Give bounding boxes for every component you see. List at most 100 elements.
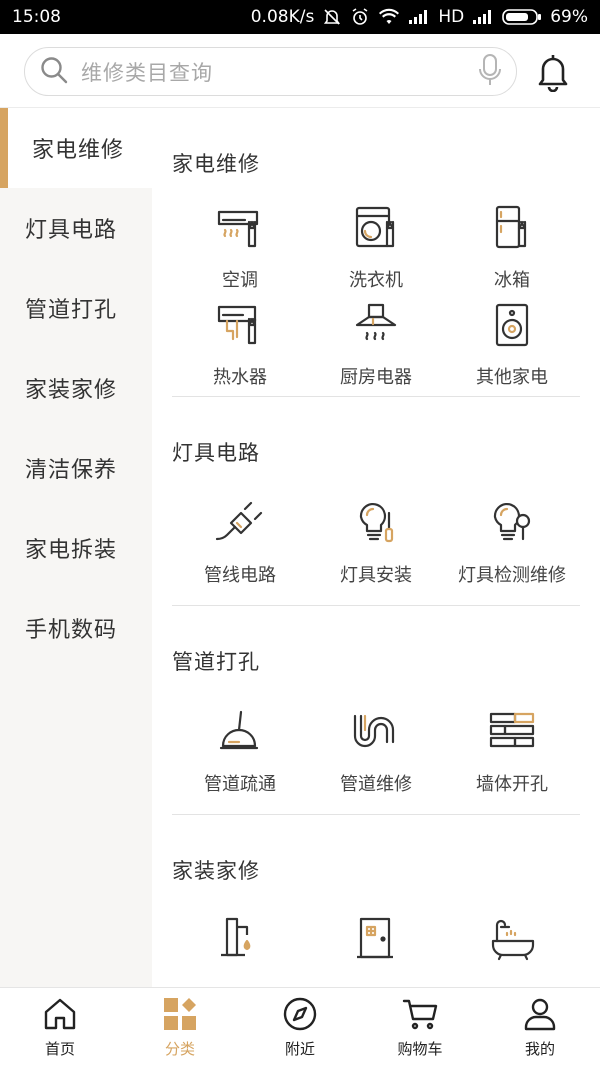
sidebar-item-label: 家电拆装 — [25, 538, 118, 563]
sidebar-item-digital[interactable]: 手机数码 — [0, 588, 152, 668]
sidebar-item-appliance-install[interactable]: 家电拆装 — [0, 508, 152, 588]
status-time: 15:08 — [12, 7, 61, 27]
notification-bell-icon[interactable] — [535, 52, 571, 93]
service-item[interactable]: 灯具检测维修 — [444, 497, 580, 605]
section-home-repair: 家装家修 — [152, 815, 600, 987]
service-item[interactable]: 管道维修 — [308, 706, 444, 814]
fridge-wrench-icon — [487, 204, 537, 254]
service-item[interactable] — [308, 913, 444, 987]
network-speed: 0.08K/s — [250, 7, 315, 27]
compass-icon — [282, 996, 318, 1032]
pipe-icon — [351, 708, 401, 758]
service-label: 墙体开孔 — [476, 774, 548, 795]
bulb-screwdriver-icon — [351, 499, 401, 549]
wifi-icon — [378, 8, 400, 26]
nav-label: 分类 — [164, 1040, 195, 1058]
service-grid — [172, 913, 580, 987]
alarm-icon — [350, 7, 370, 27]
service-label: 灯具检测维修 — [458, 565, 566, 586]
service-item[interactable] — [172, 913, 308, 987]
service-label: 其他家电 — [476, 367, 548, 388]
header: 维修类目查询 — [0, 34, 600, 108]
nav-label: 附近 — [284, 1040, 315, 1058]
user-icon — [522, 996, 558, 1032]
service-label: 管道维修 — [340, 774, 412, 795]
washing-machine-wrench-icon — [351, 204, 401, 254]
bathtub-icon — [487, 915, 537, 965]
service-grid: 空调 洗衣机 冰箱 热水器 厨房电器 其他家电 — [172, 202, 580, 396]
sidebar-item-label: 手机数码 — [25, 618, 118, 643]
nav-label: 购物车 — [397, 1040, 443, 1058]
section-title: 家装家修 — [172, 859, 260, 883]
air-conditioner-wrench-icon — [215, 204, 265, 254]
section-lighting-circuit: 灯具电路 管线电路 灯具安装 灯具检测维修 — [152, 397, 600, 605]
signal-icon — [408, 9, 430, 25]
sidebar-item-label: 管道打孔 — [25, 298, 118, 323]
nav-nearby[interactable]: 附近 — [240, 988, 360, 1067]
plunger-icon — [215, 708, 265, 758]
sidebar-item-label: 清洁保养 — [25, 458, 118, 483]
faucet-icon — [215, 915, 265, 965]
sidebar-item-lighting-circuit[interactable]: 灯具电路 — [0, 188, 152, 268]
search-icon — [39, 55, 69, 89]
plug-icon — [215, 499, 265, 549]
service-grid: 管线电路 灯具安装 灯具检测维修 — [172, 497, 580, 605]
home-icon — [42, 996, 78, 1032]
service-label: 热水器 — [213, 367, 267, 388]
service-item[interactable]: 墙体开孔 — [444, 706, 580, 814]
sidebar-item-appliance-repair[interactable]: 家电维修 — [0, 108, 152, 188]
service-item[interactable]: 灯具安装 — [308, 497, 444, 605]
section-pipe-drilling: 管道打孔 管道疏通 管道维修 墙体开孔 — [152, 606, 600, 814]
sidebar-item-label: 家装家修 — [25, 378, 118, 403]
service-item[interactable]: 其他家电 — [444, 299, 580, 396]
mute-icon — [322, 7, 342, 27]
search-input[interactable]: 维修类目查询 — [81, 57, 478, 87]
section-title: 灯具电路 — [172, 441, 260, 465]
status-bar: 15:08 0.08K/s HD 69% — [0, 0, 600, 34]
service-item[interactable]: 热水器 — [172, 299, 308, 396]
section-appliance-repair: 家电维修 空调 洗衣机 冰箱 热水器 厨房电器 其他家电 — [152, 108, 600, 396]
range-hood-icon — [351, 301, 401, 351]
service-grid: 管道疏通 管道维修 墙体开孔 — [172, 706, 580, 814]
service-label: 厨房电器 — [340, 367, 412, 388]
service-label: 灯具安装 — [340, 565, 412, 586]
service-item[interactable]: 厨房电器 — [308, 299, 444, 396]
door-icon — [351, 915, 401, 965]
service-item[interactable]: 空调 — [172, 202, 308, 299]
service-item[interactable]: 冰箱 — [444, 202, 580, 299]
sidebar-item-cleaning[interactable]: 清洁保养 — [0, 428, 152, 508]
service-label: 管线电路 — [204, 565, 276, 586]
service-label: 洗衣机 — [349, 270, 403, 291]
section-title: 管道打孔 — [172, 650, 260, 674]
category-sidebar: 家电维修 灯具电路 管道打孔 家装家修 清洁保养 家电拆装 手机数码 — [0, 108, 152, 987]
service-item[interactable]: 洗衣机 — [308, 202, 444, 299]
service-label: 冰箱 — [494, 270, 530, 291]
sidebar-item-label: 家电维修 — [32, 138, 125, 163]
sidebar-item-label: 灯具电路 — [25, 218, 118, 243]
service-label: 空调 — [222, 270, 258, 291]
search-bar[interactable]: 维修类目查询 — [24, 47, 517, 96]
nav-cart[interactable]: 购物车 — [360, 988, 480, 1067]
category-content: 家电维修 空调 洗衣机 冰箱 热水器 厨房电器 其他家电 灯具电路 管线电路 灯… — [152, 108, 600, 987]
bottom-navigation: 首页 分类 附近 购物车 我的 — [0, 987, 600, 1067]
nav-profile[interactable]: 我的 — [480, 988, 600, 1067]
network-type: HD — [438, 7, 465, 27]
service-item[interactable]: 管线电路 — [172, 497, 308, 605]
nav-home[interactable]: 首页 — [0, 988, 120, 1067]
service-label: 管道疏通 — [204, 774, 276, 795]
water-heater-wrench-icon — [215, 301, 265, 351]
service-item[interactable] — [444, 913, 580, 987]
cart-icon — [402, 996, 438, 1032]
signal-icon-2 — [472, 9, 494, 25]
bulb-magnifier-icon — [487, 499, 537, 549]
service-item[interactable]: 管道疏通 — [172, 706, 308, 814]
nav-category[interactable]: 分类 — [120, 988, 240, 1067]
nav-label: 首页 — [44, 1040, 75, 1058]
section-title: 家电维修 — [172, 152, 260, 176]
sidebar-item-pipe-drilling[interactable]: 管道打孔 — [0, 268, 152, 348]
microphone-icon[interactable] — [478, 53, 502, 91]
battery-level: 69% — [550, 7, 588, 27]
sidebar-item-home-repair[interactable]: 家装家修 — [0, 348, 152, 428]
nav-label: 我的 — [524, 1040, 555, 1058]
battery-icon — [502, 8, 542, 26]
